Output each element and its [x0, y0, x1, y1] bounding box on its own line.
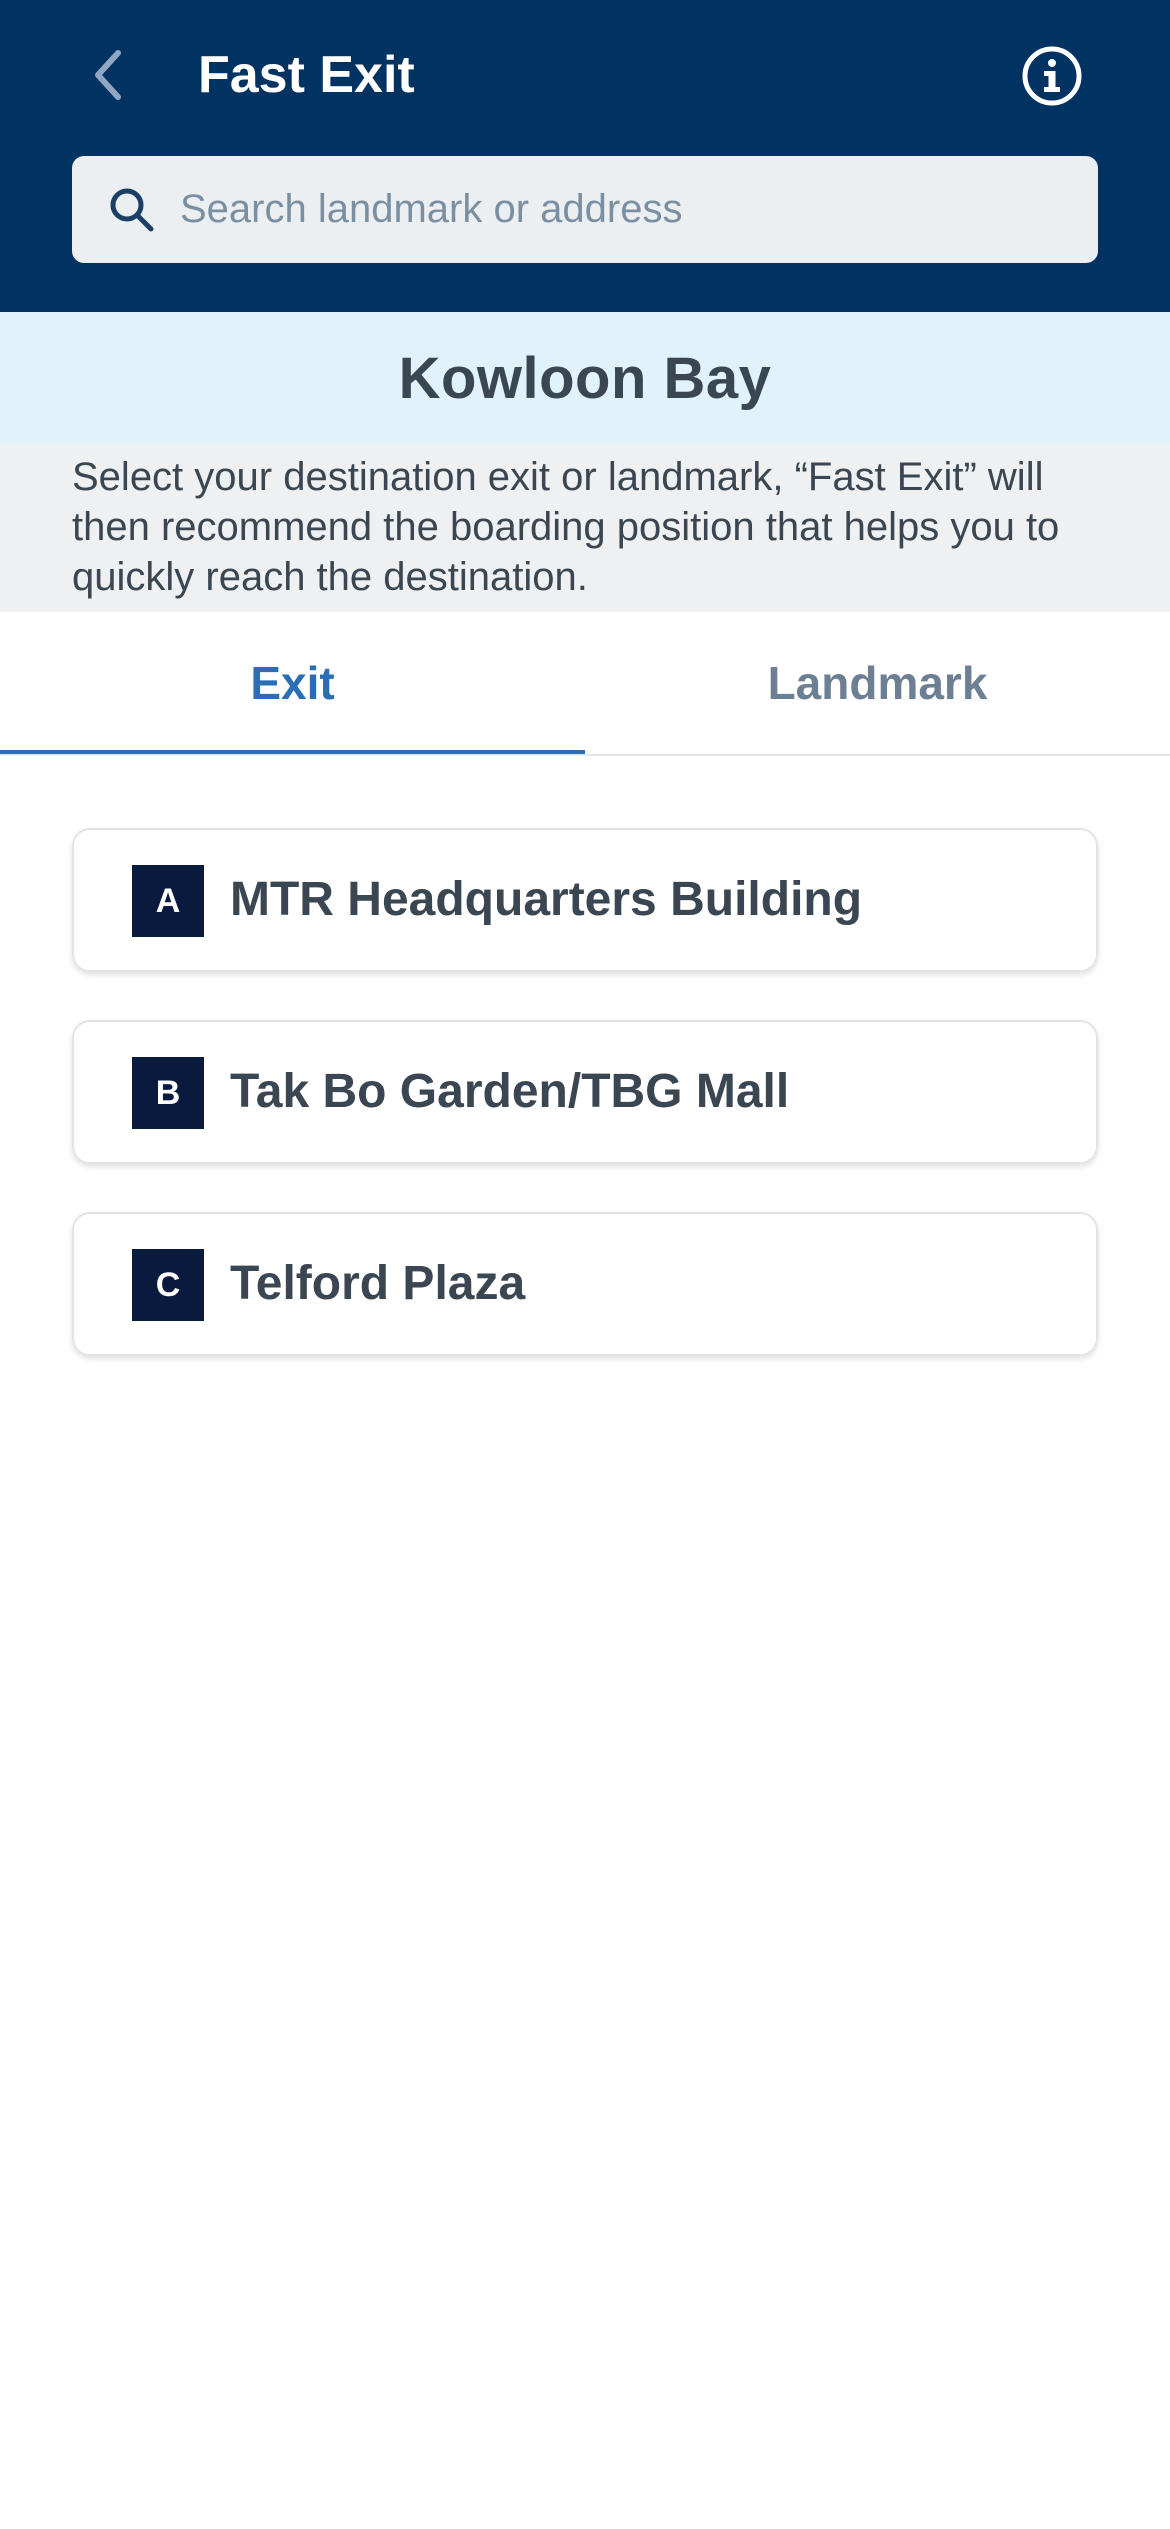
exit-code-badge: B: [132, 1057, 204, 1129]
search-icon: [110, 188, 154, 232]
exit-name: Telford Plaza: [230, 1257, 526, 1310]
exit-name: MTR Headquarters Building: [230, 873, 863, 926]
active-tab-indicator: [0, 750, 585, 754]
page-title: Fast Exit: [198, 46, 415, 104]
tab-landmark[interactable]: Landmark: [585, 612, 1170, 754]
search-input[interactable]: [180, 156, 1060, 263]
station-banner: Kowloon Bay: [0, 312, 1170, 444]
exit-item-a[interactable]: A MTR Headquarters Building: [72, 828, 1098, 972]
app-header: Fast Exit: [0, 0, 1170, 312]
instruction-panel: Select your destination exit or landmark…: [0, 444, 1170, 612]
tab-exit[interactable]: Exit: [0, 612, 585, 754]
fast-exit-screen: Fast Exit Kowloon Bay Select your destin…: [0, 0, 1170, 2529]
exit-item-b[interactable]: B Tak Bo Garden/TBG Mall: [72, 1020, 1098, 1164]
station-name: Kowloon Bay: [398, 345, 772, 411]
instruction-text: Select your destination exit or landmark…: [72, 455, 1060, 599]
exit-code-badge: A: [132, 865, 204, 937]
exit-item-c[interactable]: C Telford Plaza: [72, 1212, 1098, 1356]
back-button[interactable]: [78, 40, 138, 110]
info-button[interactable]: [1018, 42, 1086, 110]
tab-bar: Exit Landmark: [0, 612, 1170, 756]
exit-code-badge: C: [132, 1249, 204, 1321]
chevron-left-icon: [95, 50, 121, 100]
search-bar[interactable]: [72, 156, 1098, 263]
exit-name: Tak Bo Garden/TBG Mall: [230, 1065, 790, 1118]
info-circle-icon: [1022, 46, 1082, 106]
